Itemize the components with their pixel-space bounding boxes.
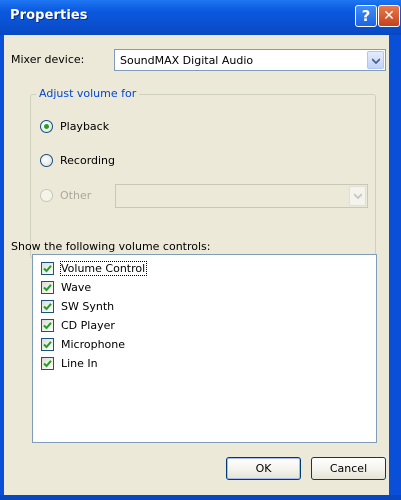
checkbox[interactable] <box>41 357 54 370</box>
mixer-device-dropdown[interactable]: SoundMAX Digital Audio <box>114 49 386 71</box>
mixer-device-value: SoundMAX Digital Audio <box>120 54 254 67</box>
list-item-label: Line In <box>61 357 98 370</box>
close-button[interactable]: ✕ <box>378 5 400 27</box>
checkmark-icon <box>43 341 52 349</box>
radio-button <box>40 189 53 202</box>
checkbox[interactable] <box>41 281 54 294</box>
adjust-volume-label: Adjust volume for <box>36 87 140 100</box>
close-icon: ✕ <box>383 8 395 24</box>
list-item-label: Volume Control <box>59 261 148 276</box>
list-item-label: Wave <box>61 281 92 294</box>
radio-button[interactable] <box>40 120 53 133</box>
properties-dialog: Properties ? ✕ Mixer device: SoundMAX Di… <box>0 0 401 500</box>
adjust-volume-group: Adjust volume for Playback Recording Oth… <box>30 87 376 259</box>
dialog-body: Mixer device: SoundMAX Digital Audio Adj… <box>4 35 389 495</box>
help-button[interactable]: ? <box>355 5 377 27</box>
checkbox[interactable] <box>41 338 54 351</box>
window-title: Properties <box>10 8 88 23</box>
cancel-button[interactable]: Cancel <box>311 457 386 480</box>
list-item-label: SW Synth <box>61 300 115 313</box>
help-icon: ? <box>361 7 371 25</box>
checkmark-icon <box>43 265 52 273</box>
chevron-down-icon <box>349 186 366 206</box>
volume-controls-list[interactable]: Volume Control Wave SW Synth CD Player M… <box>32 254 377 443</box>
radio-other-label: Other <box>60 189 92 202</box>
radio-button[interactable] <box>40 154 53 167</box>
radio-recording-label: Recording <box>60 154 116 167</box>
list-item-label: CD Player <box>61 319 115 332</box>
volume-controls-label: Show the following volume controls: <box>11 240 211 253</box>
radio-selected-dot <box>44 124 49 129</box>
checkmark-icon <box>43 322 52 330</box>
other-dropdown <box>115 184 368 208</box>
checkbox[interactable] <box>41 319 54 332</box>
mixer-device-label: Mixer device: <box>11 53 85 66</box>
checkbox[interactable] <box>41 300 54 313</box>
checkbox[interactable] <box>41 262 54 275</box>
checkmark-icon <box>43 284 52 292</box>
title-bar[interactable]: Properties ? ✕ <box>0 0 401 35</box>
ok-button[interactable]: OK <box>226 457 301 480</box>
checkmark-icon <box>43 360 52 368</box>
window-frame-bottom <box>0 495 401 500</box>
radio-playback-label: Playback <box>60 120 110 133</box>
chevron-down-icon[interactable] <box>367 51 384 69</box>
list-item-label: Microphone <box>61 338 126 351</box>
checkmark-icon <box>43 303 52 311</box>
